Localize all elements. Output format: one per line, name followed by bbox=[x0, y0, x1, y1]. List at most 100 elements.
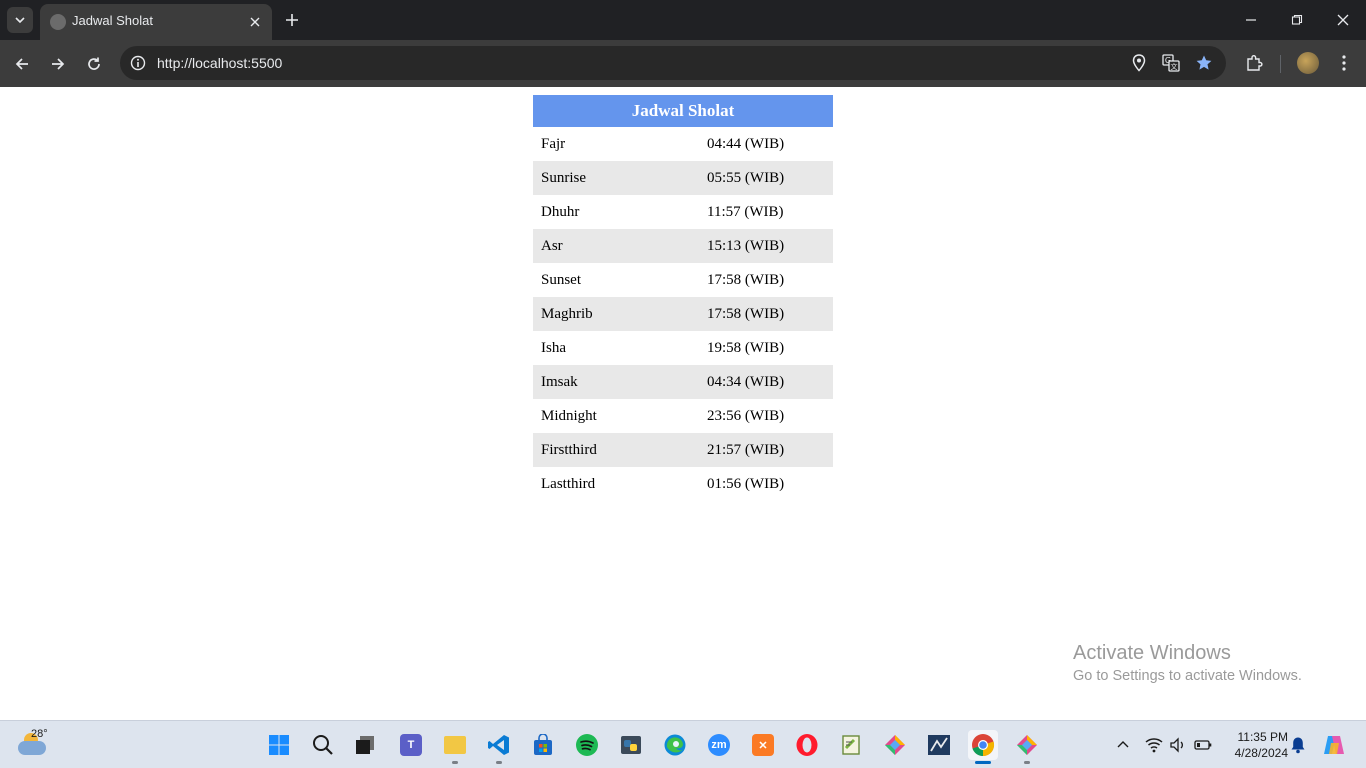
minimize-button[interactable] bbox=[1236, 6, 1266, 34]
task-view-button[interactable] bbox=[350, 730, 380, 760]
prayer-time: 17:58 (WIB) bbox=[707, 271, 785, 288]
xampp-app[interactable]: ✕ bbox=[748, 730, 778, 760]
profile-avatar[interactable] bbox=[1297, 52, 1319, 74]
plus-icon bbox=[286, 14, 298, 26]
star-icon bbox=[1196, 55, 1212, 70]
prayer-name: Firstthird bbox=[533, 433, 699, 467]
globe-icon bbox=[50, 14, 66, 30]
browser-titlebar: Jadwal Sholat bbox=[0, 0, 1366, 40]
table-row: Firstthird 21:57 (WIB) bbox=[533, 433, 833, 467]
prayer-time: 05:55 (WIB) bbox=[699, 161, 833, 195]
wifi-button[interactable] bbox=[1144, 735, 1164, 755]
prayer-name: Maghrib bbox=[533, 297, 699, 331]
toolbar-separator bbox=[1280, 55, 1281, 73]
svg-text:文: 文 bbox=[1171, 62, 1178, 71]
terminal-icon bbox=[928, 735, 950, 755]
chrome-icon bbox=[972, 734, 995, 757]
more-vert-icon bbox=[1342, 55, 1346, 71]
taskbar-search-button[interactable] bbox=[308, 730, 338, 760]
edge-app[interactable] bbox=[660, 730, 690, 760]
windows-logo-icon bbox=[269, 735, 289, 755]
site-info-button[interactable] bbox=[126, 51, 150, 75]
battery-button[interactable] bbox=[1193, 735, 1213, 755]
volume-button[interactable] bbox=[1168, 735, 1188, 755]
copilot-icon bbox=[1324, 736, 1344, 754]
translate-button[interactable]: G文 bbox=[1160, 52, 1182, 74]
extensions-button[interactable] bbox=[1242, 51, 1266, 75]
prayer-name: Asr bbox=[533, 229, 699, 263]
puzzle-icon bbox=[1247, 55, 1263, 71]
python-idle-app[interactable] bbox=[616, 730, 646, 760]
table-row: Asr 15:13 (WIB) bbox=[533, 229, 833, 263]
running-indicator bbox=[1024, 761, 1030, 764]
taskbar-clock[interactable]: 11:35 PM 4/28/2024 bbox=[1222, 729, 1288, 761]
weather-temperature: 28° bbox=[31, 728, 48, 740]
microsoft-store-app[interactable] bbox=[528, 730, 558, 760]
forward-button[interactable] bbox=[44, 50, 72, 78]
prayer-time: 04:34 (WIB) bbox=[699, 365, 833, 399]
chrome-app[interactable] bbox=[968, 730, 998, 764]
menu-button[interactable] bbox=[1332, 51, 1356, 75]
page-content: Jadwal Sholat Fajr 04:44 (WIB) Sunrise 05:… bbox=[0, 87, 1366, 720]
tab-search-button[interactable] bbox=[7, 7, 33, 33]
file-explorer-app[interactable] bbox=[440, 730, 470, 764]
notifications-button[interactable] bbox=[1288, 735, 1308, 755]
spotify-app[interactable] bbox=[572, 730, 602, 760]
notepad-plus-app[interactable] bbox=[836, 730, 866, 760]
prayer-name: Sunset bbox=[541, 271, 582, 288]
xampp-icon: ✕ bbox=[752, 734, 774, 756]
git-app[interactable] bbox=[880, 730, 910, 760]
start-button[interactable] bbox=[264, 730, 294, 760]
notepad-icon bbox=[842, 735, 860, 755]
table-row: Lastthird 01:56 (WIB) bbox=[533, 467, 833, 501]
vscode-icon bbox=[488, 735, 509, 755]
show-hidden-icons-button[interactable] bbox=[1113, 735, 1133, 755]
clock-time: 11:35 PM bbox=[1237, 730, 1288, 744]
prayer-name: Lastthird bbox=[541, 475, 596, 492]
chevron-down-icon bbox=[15, 17, 25, 24]
restore-icon bbox=[1291, 14, 1303, 25]
running-indicator bbox=[452, 761, 458, 764]
tab-close-button[interactable] bbox=[245, 12, 265, 32]
teams-app[interactable]: T bbox=[396, 730, 426, 760]
prayer-time: 01:56 (WIB) bbox=[707, 475, 785, 492]
new-tab-button[interactable] bbox=[280, 8, 304, 32]
browser-tab[interactable]: Jadwal Sholat bbox=[40, 4, 272, 40]
git-app-2[interactable] bbox=[1012, 730, 1042, 764]
battery-icon bbox=[1194, 740, 1212, 750]
copilot-button[interactable] bbox=[1322, 733, 1346, 757]
bookmark-button[interactable] bbox=[1193, 52, 1215, 74]
prayer-time: 04:44 (WIB) bbox=[707, 135, 785, 152]
watermark-title: Activate Windows bbox=[1073, 642, 1231, 664]
vscode-app[interactable] bbox=[484, 730, 514, 764]
prayer-time: 15:13 (WIB) bbox=[699, 229, 833, 263]
opera-app[interactable] bbox=[792, 730, 822, 760]
address-bar[interactable]: http://localhost:5500 G文 bbox=[120, 46, 1226, 80]
prayer-time: 17:58 (WIB) bbox=[699, 297, 833, 331]
window-close-button[interactable] bbox=[1328, 6, 1358, 34]
back-button[interactable] bbox=[8, 50, 36, 78]
table-row: Dhuhr 11:57 (WIB) bbox=[533, 195, 833, 229]
search-icon bbox=[313, 735, 333, 755]
restore-button[interactable] bbox=[1282, 6, 1312, 34]
activation-watermark: Activate Windows Go to Settings to activ… bbox=[1073, 642, 1302, 684]
terminal-app[interactable] bbox=[924, 730, 954, 760]
location-button[interactable] bbox=[1128, 52, 1150, 74]
prayer-name: Sunrise bbox=[533, 161, 699, 195]
location-pin-icon bbox=[1132, 54, 1146, 72]
zoom-app[interactable]: zm bbox=[704, 730, 734, 760]
running-indicator bbox=[496, 761, 502, 764]
reload-button[interactable] bbox=[80, 50, 108, 78]
table-header-row: Jadwal Sholat bbox=[533, 95, 833, 127]
url-text[interactable]: http://localhost:5500 bbox=[157, 55, 282, 71]
close-icon bbox=[1337, 14, 1349, 26]
store-icon bbox=[534, 734, 552, 755]
prayer-name: Imsak bbox=[533, 365, 699, 399]
table-row: Sunrise 05:55 (WIB) bbox=[533, 161, 833, 195]
prayer-name: Fajr bbox=[541, 135, 566, 152]
table-title: Jadwal Sholat bbox=[533, 95, 833, 127]
clock-date: 4/28/2024 bbox=[1234, 746, 1288, 760]
taskbar: 28° T zm ✕ 11:35 PM 4/28/2024 bbox=[0, 720, 1366, 768]
active-indicator bbox=[975, 761, 991, 764]
minimize-icon bbox=[1246, 19, 1256, 21]
